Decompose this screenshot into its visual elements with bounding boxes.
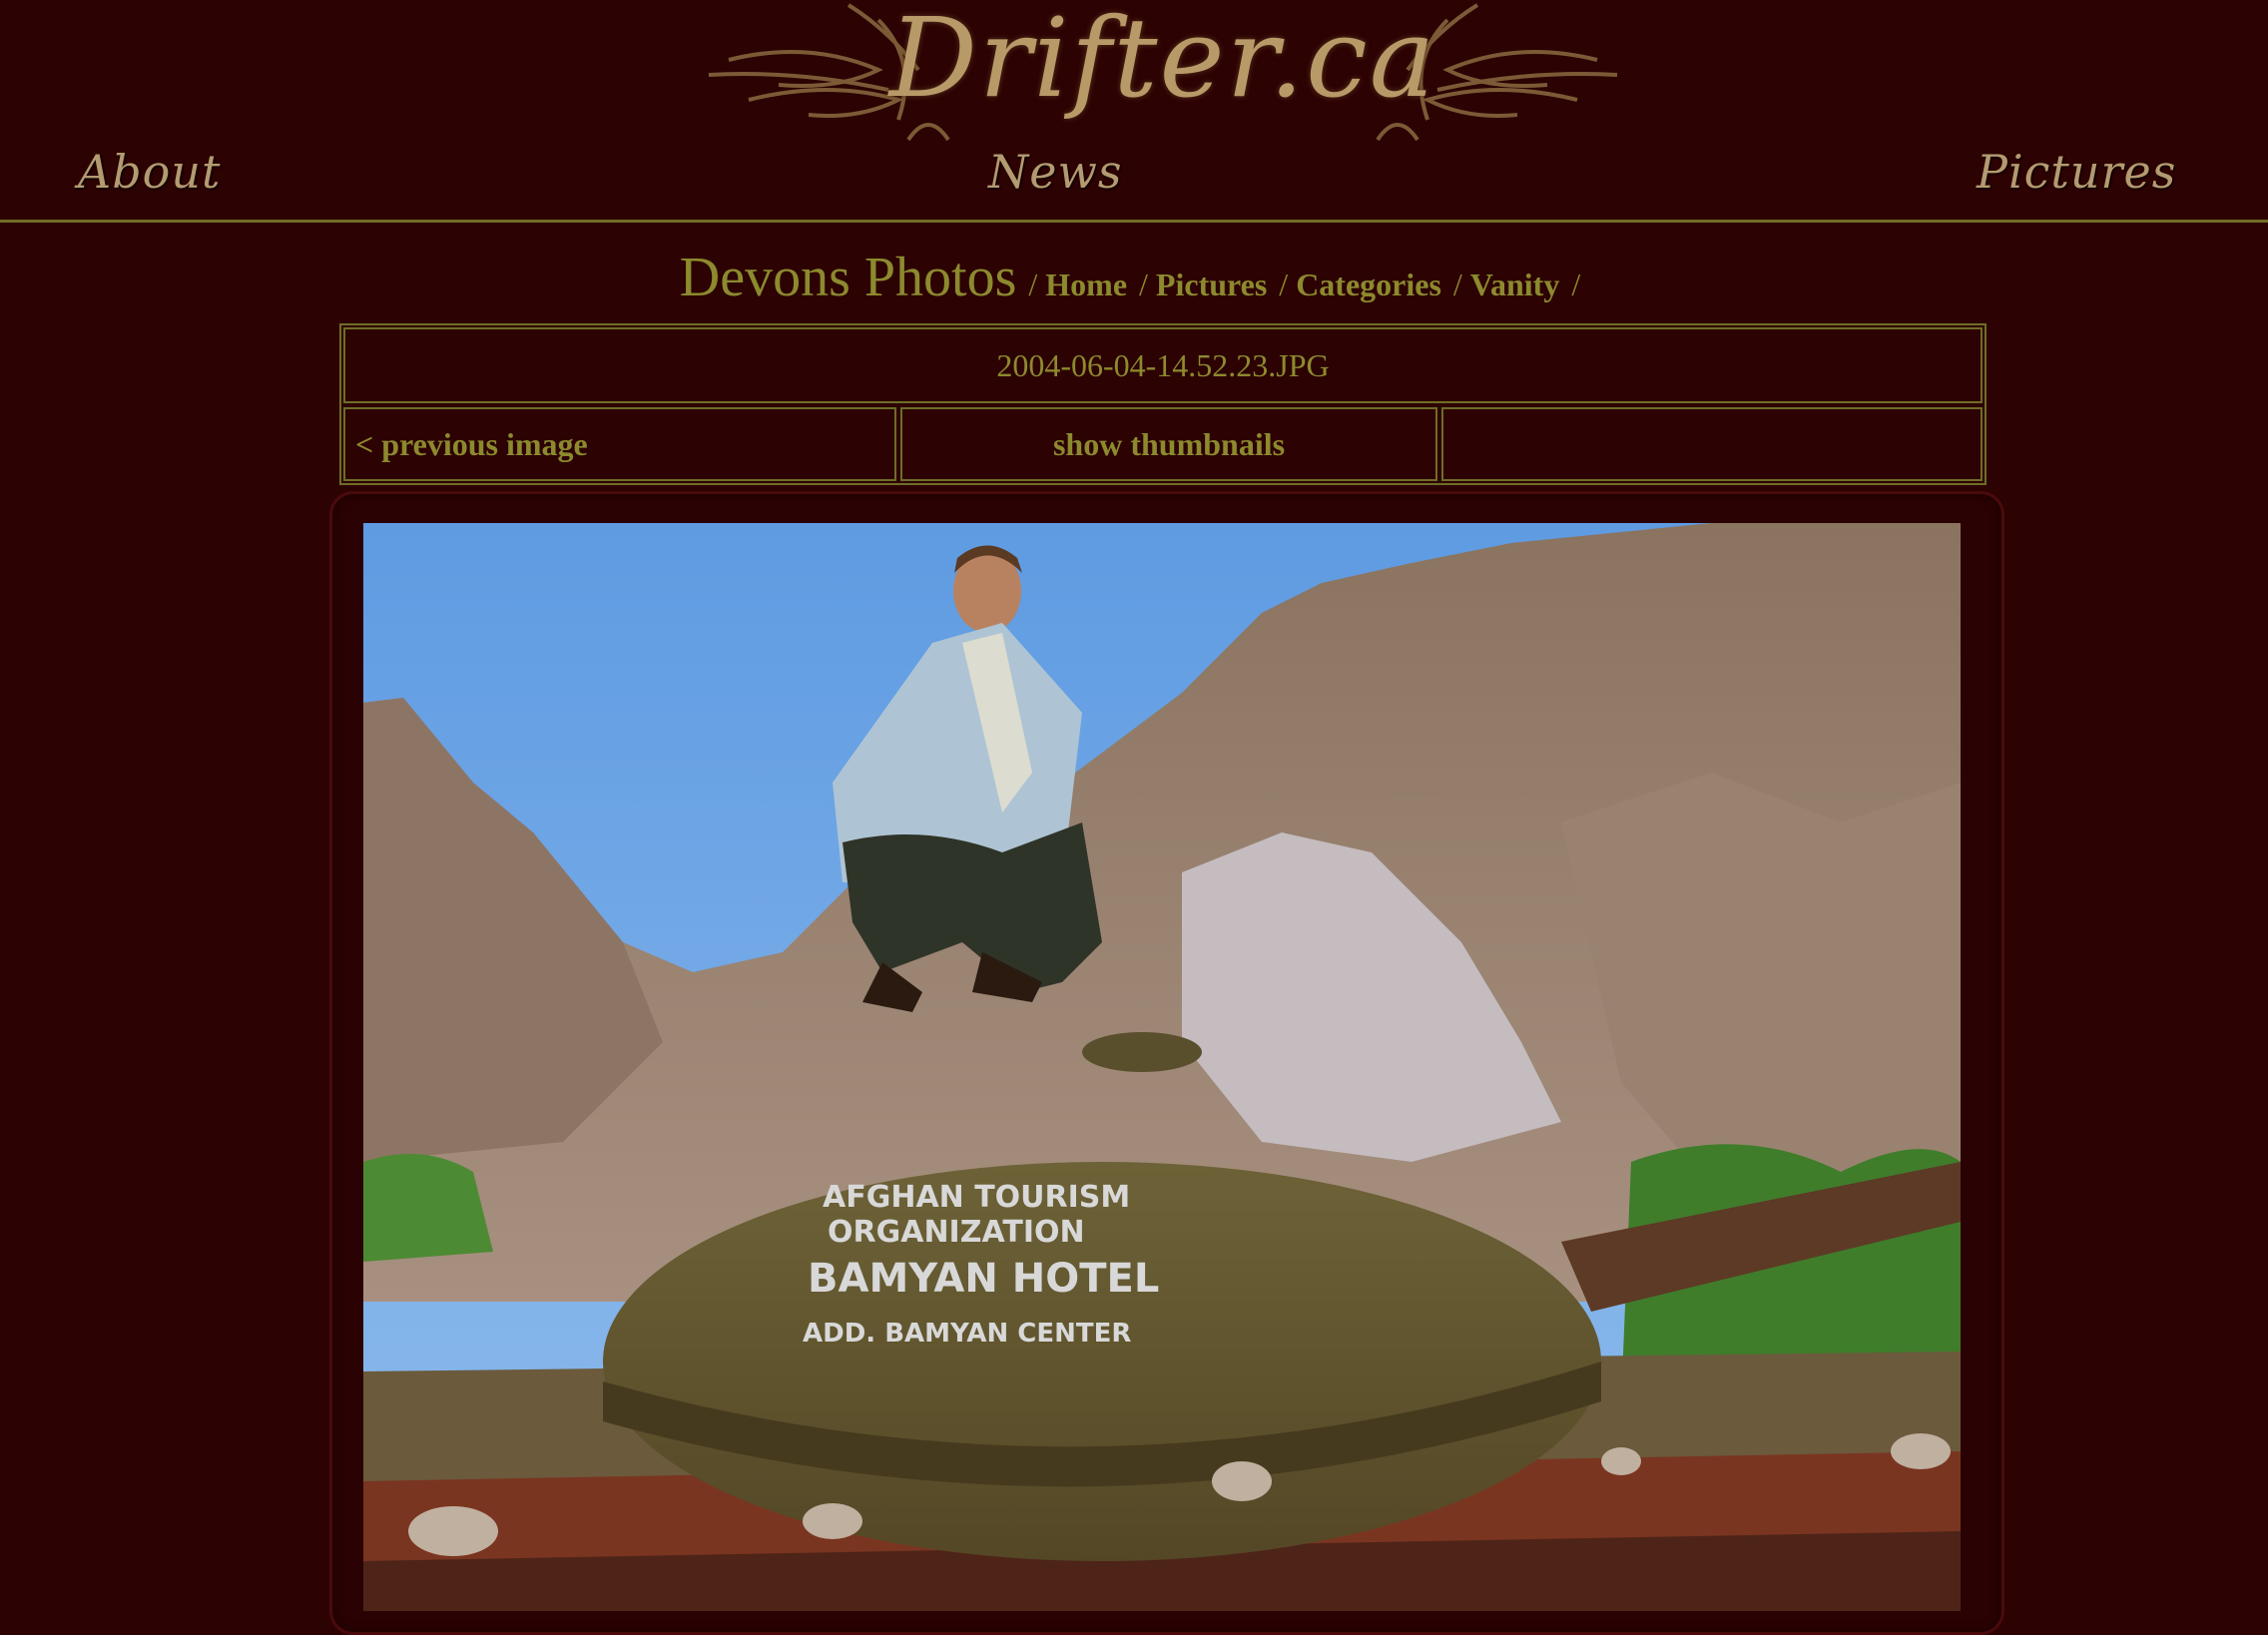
- tank-text-line-4: ADD. BAMYAN CENTER: [803, 1319, 1131, 1349]
- site-header: Drifter.ca About News Pictures: [0, 0, 2268, 224]
- logo-text: Drifter.ca: [888, 0, 1437, 122]
- breadcrumb-pictures[interactable]: Pictures: [1156, 267, 1267, 302]
- breadcrumb-separator: /: [1452, 267, 1462, 302]
- nav-pictures[interactable]: Pictures: [1977, 145, 2176, 199]
- tank-text-line-1: AFGHAN TOURISM: [823, 1180, 1130, 1215]
- nav-news[interactable]: News: [988, 145, 1122, 199]
- tank-text-line-2: ORGANIZATION: [828, 1215, 1085, 1250]
- breadcrumb-home[interactable]: Home: [1045, 267, 1127, 302]
- photo-image: AFGHAN TOURISM ORGANIZATION BAMYAN HOTEL…: [363, 523, 1961, 1611]
- breadcrumb-separator: /: [1279, 267, 1289, 302]
- image-info-table: 2004-06-04-14.52.23.JPG < previous image…: [339, 323, 1986, 485]
- site-logo[interactable]: Drifter.ca: [689, 0, 1637, 150]
- show-thumbnails-link[interactable]: show thumbnails: [1053, 426, 1285, 462]
- header-divider: [0, 220, 2268, 223]
- breadcrumb-categories[interactable]: Categories: [1296, 267, 1441, 302]
- previous-image-link[interactable]: < previous image: [355, 426, 588, 462]
- tank-text-line-3: BAMYAN HOTEL: [808, 1256, 1159, 1302]
- image-filename: 2004-06-04-14.52.23.JPG: [343, 327, 1983, 403]
- breadcrumb-vanity[interactable]: Vanity: [1470, 267, 1560, 302]
- tank-stencil: AFGHAN TOURISM ORGANIZATION BAMYAN HOTEL…: [803, 1180, 1159, 1349]
- breadcrumb-separator: /: [1139, 267, 1148, 302]
- image-nav-row: < previous image show thumbnails: [343, 407, 1983, 481]
- gallery-title: Devons Photos: [679, 247, 1017, 308]
- breadcrumb-separator: /: [1571, 267, 1581, 302]
- main-photo[interactable]: AFGHAN TOURISM ORGANIZATION BAMYAN HOTEL…: [363, 523, 1961, 1611]
- previous-image-cell: < previous image: [343, 407, 896, 481]
- next-image-cell: [1441, 407, 1983, 481]
- gallery-title-row: Devons Photos / Home / Pictures / Categorie…: [0, 246, 2268, 309]
- breadcrumb-separator: /: [1028, 267, 1038, 302]
- show-thumbnails-cell: show thumbnails: [900, 407, 1437, 481]
- nav-about[interactable]: About: [78, 145, 221, 199]
